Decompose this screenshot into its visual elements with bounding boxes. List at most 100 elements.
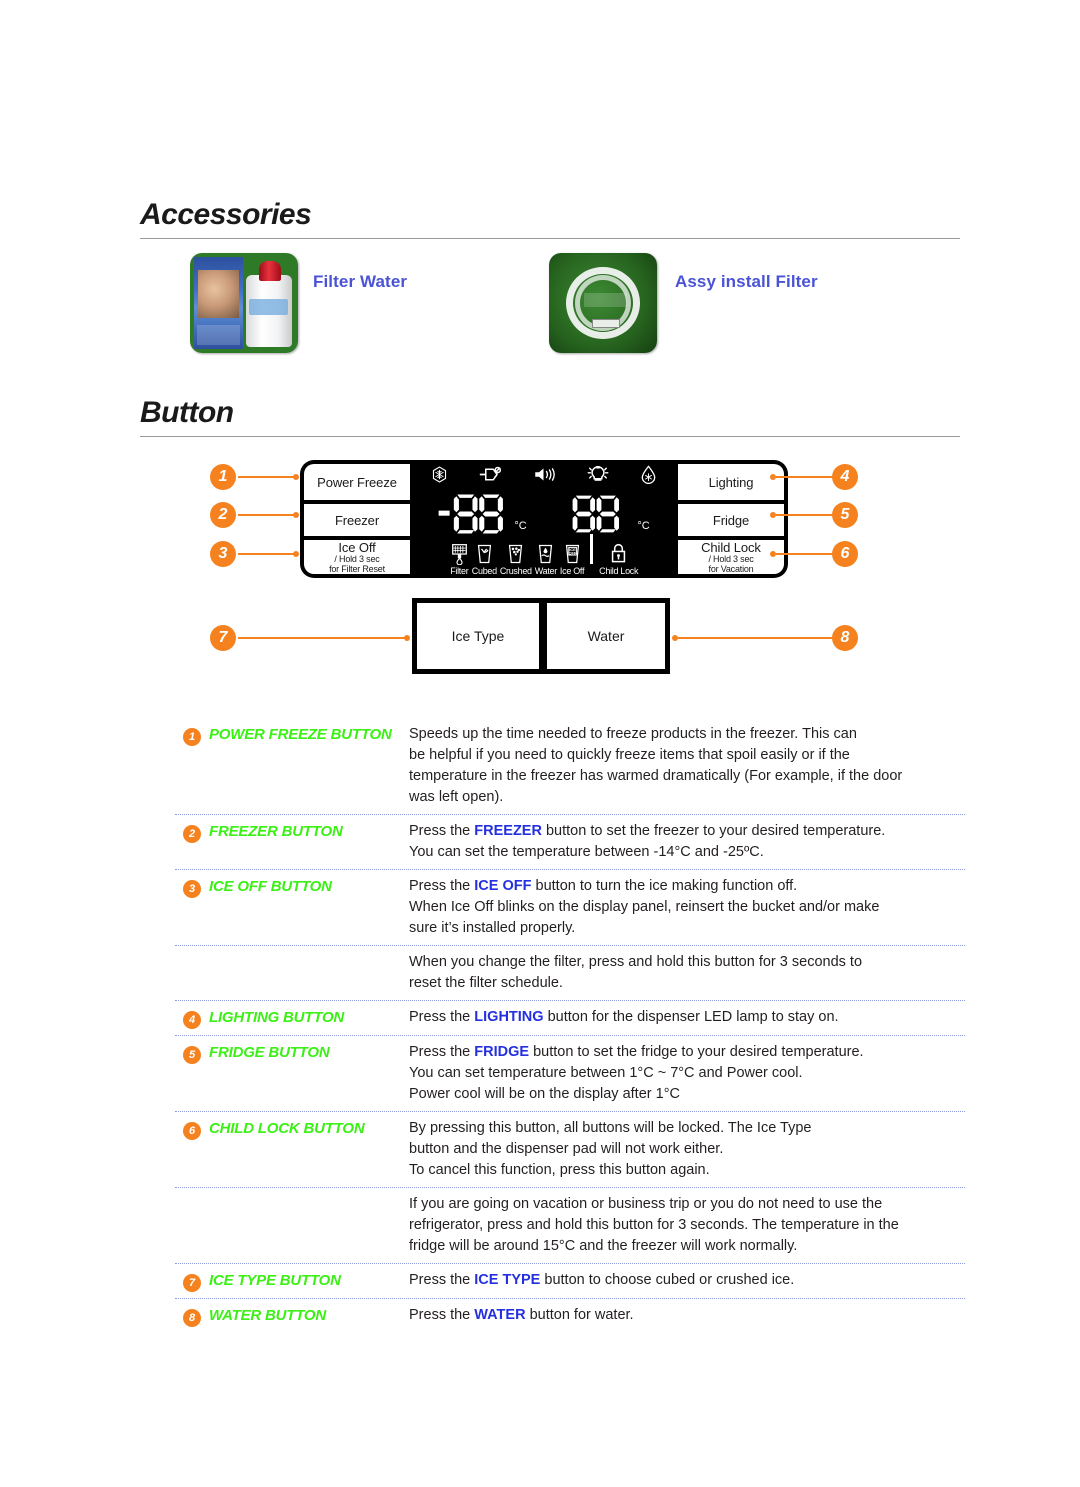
description-button-name: WATER BUTTON — [209, 1307, 327, 1325]
panel-button-ice-off[interactable]: Ice Off / Hold 3 sec for Filter Reset — [304, 536, 410, 574]
description-text: If you are going on vacation or business… — [409, 1196, 899, 1255]
lcd-filter-caption: Filter — [450, 566, 469, 576]
button-description-table: 1 POWER FREEZE BUTTON Speeds up the time n… — [175, 718, 965, 1333]
freezer-unit-label: °C — [514, 520, 527, 532]
description-badge: 2 — [183, 825, 201, 844]
description-text: Press the ICE TYPE button to choose cube… — [409, 1272, 795, 1289]
lcd-child-lock-caption: Child Lock — [599, 566, 639, 576]
description-row: 6 CHILD LOCK BUTTON By pressing this butto… — [175, 1111, 965, 1187]
description-badge: 7 — [183, 1274, 201, 1293]
filter-icon — [451, 544, 467, 565]
description-badge: 1 — [183, 728, 201, 746]
lcd-digit-row: °C °C — [416, 490, 672, 538]
callout-badge-6: 6 — [832, 541, 858, 567]
description-number-cell: 5 — [175, 1042, 209, 1105]
panel-button-ice-type[interactable]: Ice Type — [412, 598, 544, 674]
description-row: If you are going on vacation or business… — [175, 1187, 965, 1263]
dispenser-pad-row: Ice Type Water — [412, 598, 670, 674]
leader-line-5 — [776, 514, 834, 516]
lcd-top-icon-row — [416, 465, 672, 489]
ice-off-icon: ICE OFF — [565, 544, 579, 564]
callout-badge-5: 5 — [832, 502, 858, 528]
panel-button-freezer[interactable]: Freezer — [304, 500, 410, 536]
filter-water-image — [190, 253, 298, 353]
panel-button-lighting[interactable]: Lighting — [678, 464, 784, 500]
description-text: Press the ICE OFF button to turn the ice… — [409, 878, 880, 937]
power-cool-drop-icon — [640, 465, 657, 489]
lcd-ice-off-caption: Ice Off — [559, 566, 585, 576]
fridge-temp-display: °C — [571, 492, 650, 536]
manual-page: Accessories Filter Water Assy install Fi… — [0, 0, 1080, 1487]
button-heading: Button — [140, 396, 234, 429]
panel-button-fridge[interactable]: Fridge — [678, 500, 784, 536]
description-text: When you change the filter, press and ho… — [409, 954, 863, 992]
description-row: 4 LIGHTING BUTTON Press the LIGHTING butto… — [175, 1000, 965, 1035]
description-number-cell: 2 — [175, 821, 209, 863]
description-text: Press the LIGHTING button for the dispen… — [409, 1009, 839, 1026]
description-button-name: FRIDGE BUTTON — [209, 1044, 330, 1062]
panel-button-power-freeze[interactable]: Power Freeze — [304, 464, 410, 500]
description-badge: 5 — [183, 1046, 201, 1065]
leader-line-4 — [776, 476, 834, 478]
lighting-bulb-icon — [587, 465, 609, 489]
assy-install-filter-image — [549, 253, 657, 353]
leader-line-7 — [238, 637, 408, 639]
callout-badge-4: 4 — [832, 464, 858, 490]
child-lock-icon — [612, 543, 626, 563]
lcd-crushed-caption: Crushed — [499, 566, 532, 576]
callout-badge-7: 7 — [210, 625, 236, 651]
description-row: 8 WATER BUTTON Press the WATER button for … — [175, 1298, 965, 1333]
filter-water-label: Filter Water — [313, 272, 408, 291]
description-button-name: FREEZER BUTTON — [209, 823, 343, 841]
panel-button-child-lock[interactable]: Child Lock / Hold 3 sec for Vacation — [678, 536, 784, 574]
leader-line-6 — [776, 553, 834, 555]
panel-button-ice-type-label: Ice Type — [451, 628, 505, 644]
description-badge: 8 — [183, 1309, 201, 1328]
description-row: 3 ICE OFF BUTTON Press the ICE OFF button … — [175, 869, 965, 945]
description-button-name: ICE TYPE BUTTON — [209, 1272, 341, 1290]
leader-dot-2 — [293, 512, 299, 518]
description-text: Speeds up the time needed to freeze prod… — [409, 726, 903, 806]
lcd-water-caption: Water — [534, 566, 557, 576]
accessories-rule — [140, 238, 960, 239]
panel-button-child-lock-sub: / Hold 3 sec for Vacation — [708, 553, 754, 574]
button-rule — [140, 436, 960, 437]
description-number-cell: 1 — [175, 724, 209, 808]
panel-button-water[interactable]: Water — [542, 598, 670, 674]
description-number-cell: 3 — [175, 876, 209, 939]
leader-line-3 — [238, 553, 296, 555]
leader-dot-7 — [404, 635, 410, 641]
description-button-name: LIGHTING BUTTON — [209, 1009, 345, 1027]
description-number-cell: 7 — [175, 1270, 209, 1293]
leader-line-8 — [678, 637, 834, 639]
lcd-display: °C °C Filter Cubed Crushed Water ICE OFF… — [410, 460, 678, 578]
leader-line-2 — [238, 514, 296, 516]
fridge-seven-segment — [572, 495, 620, 533]
svg-text:OFF: OFF — [568, 552, 576, 556]
panel-button-freezer-label: Freezer — [334, 512, 380, 528]
leader-line-1 — [238, 476, 296, 478]
description-button-name: ICE OFF BUTTON — [209, 878, 332, 896]
description-number-cell — [175, 1194, 209, 1257]
alarm-speaker-icon — [533, 466, 557, 488]
lcd-cubed-indicator: Cubed — [472, 543, 497, 576]
panel-button-child-lock-label: Child Lock — [701, 539, 761, 555]
lcd-ice-off-indicator: ICE OFF Ice Off — [560, 543, 584, 576]
panel-button-ice-off-sub: / Hold 3 sec for Filter Reset — [329, 553, 385, 574]
description-text: Press the FRIDGE button to set the fridg… — [409, 1044, 864, 1103]
description-row: 7 ICE TYPE BUTTON Press the ICE TYPE butto… — [175, 1263, 965, 1298]
leader-dot-3 — [293, 551, 299, 557]
callout-badge-2: 2 — [210, 502, 236, 528]
crushed-ice-icon — [509, 544, 523, 564]
control-panel-diagram: 1 2 3 Power Freeze Freezer Ice Off / Hol… — [140, 450, 960, 690]
fridge-unit-label: °C — [637, 520, 650, 532]
lcd-water-indicator: Water — [535, 543, 557, 576]
power-freeze-snowflake-icon — [431, 466, 448, 488]
panel-button-ice-off-label: Ice Off — [338, 539, 376, 555]
description-text: By pressing this button, all buttons wil… — [409, 1120, 812, 1179]
description-badge: 4 — [183, 1011, 201, 1030]
water-icon — [539, 544, 553, 564]
lcd-child-lock-indicator: Child Lock — [599, 543, 639, 576]
callout-badge-1: 1 — [210, 464, 236, 490]
left-button-stack: Power Freeze Freezer Ice Off / Hold 3 se… — [300, 460, 410, 578]
